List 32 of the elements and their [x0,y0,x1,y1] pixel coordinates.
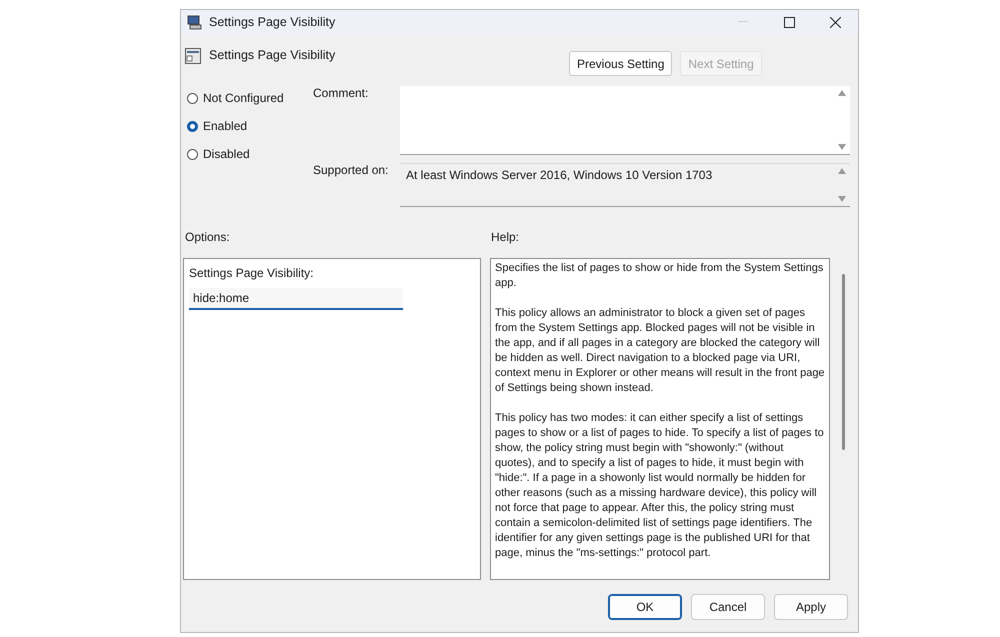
dialog-button[interactable]: OK [608,594,682,620]
help-paragraph: This policy allows an administrator to block a given set of pages from the System Settings app. Blocked pages will not be visible in the app, and if all pages in a category are blocked the category will be hidden as well. Direct navigation to a blocked page via URI, context menu in Explorer or other means will result in the front page of Settings being shown instead. [495,306,825,396]
window-title: Settings Page Visibility [209,15,336,29]
options-heading: Options: [185,230,231,246]
minimize-icon[interactable] [738,21,748,23]
maximize-icon[interactable] [784,16,794,28]
help-paragraph: This policy has two modes: it can either specify a list of settings pages to show or a list of pages to hide. To specify a list of pages to show, the policy string must begin with "showonly:" (without quotes), and to specify a list of pages to hide, it must begin with "hide:". If a page in a showonly list would normally be hidden for other reasons (such as a missing hardware device), this policy will not force that page to appear. After this, the policy string must contain a semicolon-delimited list of settings page identifiers. The identifier for any given settings page is the published URI for that page, minus the "ms-settings:" protocol part. [495,411,825,561]
scroll-down-arrow-icon[interactable] [838,196,846,202]
option-label: Settings Page Visibility: [189,266,315,280]
radio-label: Disabled [203,147,250,161]
close-icon[interactable] [830,16,840,28]
supported-on-label: Supported on: [313,163,390,179]
radio-label: Not Configured [203,91,284,105]
scroll-down-arrow-icon[interactable] [838,144,846,150]
input-field[interactable]: hide:home [189,288,403,310]
dialog-button[interactable]: Cancel [691,594,765,620]
scrollbar-thumb[interactable] [842,274,845,450]
radio-label: Enabled [203,119,248,133]
policy-icon [185,48,201,64]
supported-on-field: At least Windows Server 2016, Windows 10 Version 1703 [400,163,850,207]
scroll-up-arrow-icon[interactable] [838,168,846,174]
computer-icon [187,14,203,30]
nav-setting-button[interactable]: Previous Setting [569,51,672,76]
comment-label: Comment: [313,86,370,102]
help-paragraph: Specifies the list of pages to show or hide from the System Settings app. [495,261,824,291]
radio-button[interactable] [187,92,198,104]
radio-button[interactable] [187,120,198,132]
radio-button[interactable] [187,148,198,160]
dialog-button[interactable]: Apply [774,594,848,620]
scroll-up-arrow-icon[interactable] [838,90,846,96]
help-heading: Help: [491,230,520,246]
policy-title: Settings Page Visibility [209,48,336,62]
